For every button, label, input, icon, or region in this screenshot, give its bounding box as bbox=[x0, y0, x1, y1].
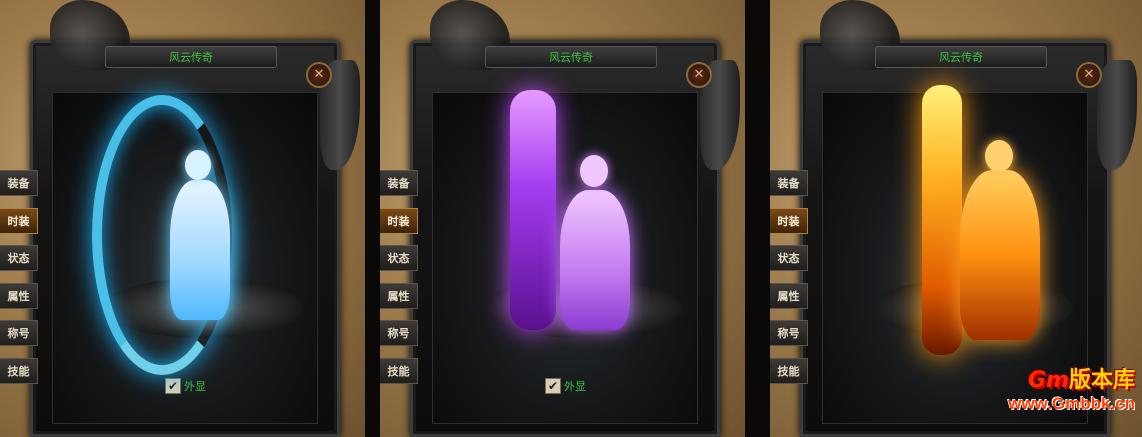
tab-equipment[interactable]: 装备 bbox=[380, 170, 418, 196]
close-button[interactable]: ✕ bbox=[306, 62, 332, 88]
character-body bbox=[960, 170, 1040, 340]
character-head bbox=[580, 155, 608, 187]
character-body bbox=[170, 180, 230, 320]
tab-fashion[interactable]: 时装 bbox=[0, 207, 38, 234]
tab-titles[interactable]: 称号 bbox=[770, 320, 808, 346]
side-tabs: 装备 时装 状态 属性 称号 技能 bbox=[380, 170, 420, 395]
character-body bbox=[560, 190, 630, 330]
tab-fashion[interactable]: 时装 bbox=[770, 207, 808, 234]
appearance-toggle[interactable]: ✔ 外显 bbox=[545, 378, 586, 394]
side-tabs: 装备 时装 状态 属性 称号 技能 bbox=[770, 170, 810, 395]
appearance-checkbox[interactable]: ✔ bbox=[545, 378, 561, 394]
appearance-label: 外显 bbox=[564, 380, 586, 393]
site-watermark: Gm版本库 www.Gmbbk.cn bbox=[935, 362, 1135, 414]
character-head bbox=[985, 140, 1013, 172]
tab-status[interactable]: 状态 bbox=[380, 245, 418, 271]
tab-titles[interactable]: 称号 bbox=[0, 320, 38, 346]
character-head bbox=[185, 150, 211, 180]
window-title-bar: 风云传奇 bbox=[105, 46, 277, 68]
watermark-title: Gm版本库 bbox=[1028, 368, 1135, 393]
tab-fashion[interactable]: 时装 bbox=[380, 207, 418, 234]
window-title: 风云传奇 bbox=[169, 51, 213, 64]
appearance-label: 外显 bbox=[184, 380, 206, 393]
purple-blade-weapon-icon bbox=[510, 90, 556, 330]
watermark-url: www.Gmbbk.cn bbox=[1008, 394, 1135, 413]
tab-skills[interactable]: 技能 bbox=[770, 357, 808, 384]
tab-attributes[interactable]: 属性 bbox=[770, 282, 808, 309]
tab-status[interactable]: 状态 bbox=[770, 245, 808, 271]
tab-status[interactable]: 状态 bbox=[0, 245, 38, 271]
appearance-toggle[interactable]: ✔ 外显 bbox=[165, 378, 206, 394]
tab-equipment[interactable]: 装备 bbox=[0, 170, 38, 196]
tab-equipment[interactable]: 装备 bbox=[770, 170, 808, 196]
close-button[interactable]: ✕ bbox=[1076, 62, 1102, 88]
close-button[interactable]: ✕ bbox=[686, 62, 712, 88]
window-title: 风云传奇 bbox=[939, 51, 983, 64]
tab-skills[interactable]: 技能 bbox=[380, 357, 418, 384]
tab-attributes[interactable]: 属性 bbox=[0, 282, 38, 309]
tab-titles[interactable]: 称号 bbox=[380, 320, 418, 346]
window-title-bar: 风云传奇 bbox=[875, 46, 1047, 68]
tab-attributes[interactable]: 属性 bbox=[380, 282, 418, 309]
panel-divider bbox=[745, 0, 770, 437]
panel-divider bbox=[365, 0, 380, 437]
dragon-tail-ornament-icon bbox=[1097, 60, 1137, 170]
watermark-brand: Gm bbox=[1028, 368, 1069, 393]
window-title-bar: 风云传奇 bbox=[485, 46, 657, 68]
tab-skills[interactable]: 技能 bbox=[0, 357, 38, 384]
side-tabs: 装备 时装 状态 属性 称号 技能 bbox=[0, 170, 40, 395]
appearance-checkbox[interactable]: ✔ bbox=[165, 378, 181, 394]
flame-staff-weapon-icon bbox=[922, 85, 962, 355]
window-title: 风云传奇 bbox=[549, 51, 593, 64]
